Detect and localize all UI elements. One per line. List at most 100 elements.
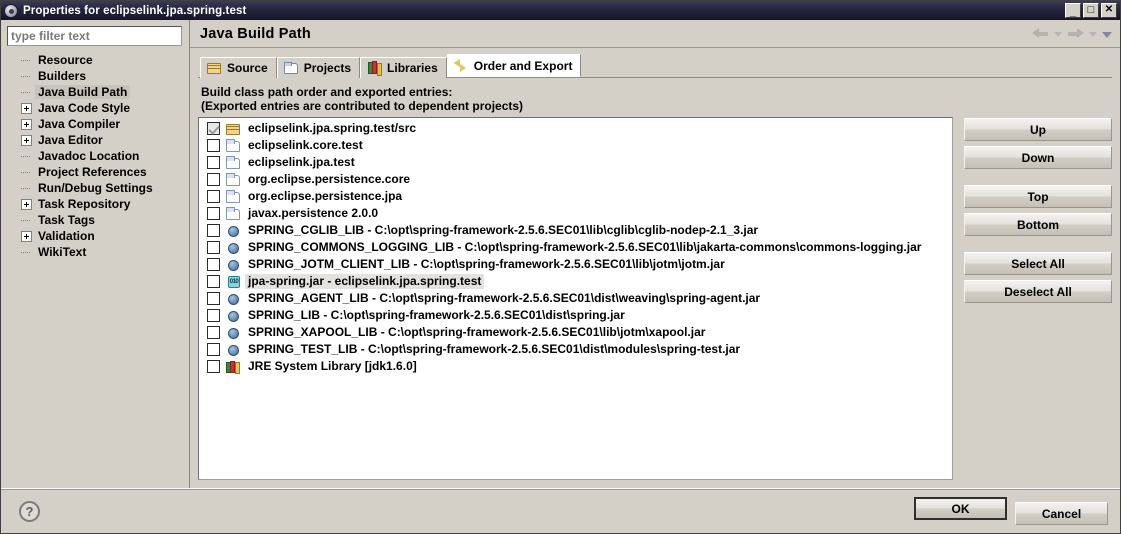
move-top-button[interactable]: Top bbox=[964, 185, 1112, 208]
entry-label: SPRING_AGENT_LIB - C:\opt\spring-framewo… bbox=[248, 291, 761, 305]
description-block: Build class path order and exported entr… bbox=[201, 85, 1112, 113]
move-up-button[interactable]: Up bbox=[964, 118, 1112, 141]
entry-label: SPRING_TEST_LIB - C:\opt\spring-framewor… bbox=[248, 342, 741, 356]
export-checkbox[interactable] bbox=[207, 156, 220, 169]
page-header: Java Build Path bbox=[190, 20, 1120, 48]
table-row[interactable]: SPRING_JOTM_CLIENT_LIB - C:\opt\spring-f… bbox=[199, 256, 952, 273]
expand-plus-icon[interactable] bbox=[21, 198, 32, 210]
library-icon bbox=[226, 241, 242, 255]
export-checkbox[interactable] bbox=[207, 224, 220, 237]
export-checkbox[interactable] bbox=[207, 292, 220, 305]
move-down-button[interactable]: Down bbox=[964, 146, 1112, 169]
tab-libraries[interactable]: Libraries bbox=[360, 57, 447, 78]
sidebar-item-task-repository[interactable]: Task Repository bbox=[9, 196, 189, 212]
project-folder-icon bbox=[226, 173, 242, 187]
export-checkbox[interactable] bbox=[207, 139, 220, 152]
table-row[interactable]: SPRING_XAPOOL_LIB - C:\opt\spring-framew… bbox=[199, 324, 952, 341]
jar-icon: 010 bbox=[226, 275, 242, 289]
export-checkbox[interactable] bbox=[207, 343, 220, 356]
sidebar-item-java-compiler[interactable]: Java Compiler bbox=[9, 116, 189, 132]
entry-label: eclipselink.jpa.test bbox=[248, 155, 355, 169]
export-checkbox[interactable] bbox=[207, 326, 220, 339]
table-row[interactable]: SPRING_COMMONS_LOGGING_LIB - C:\opt\spri… bbox=[199, 239, 952, 256]
export-checkbox[interactable] bbox=[207, 360, 220, 373]
sidebar-item-java-code-style[interactable]: Java Code Style bbox=[9, 100, 189, 116]
ok-button[interactable]: OK bbox=[914, 497, 1007, 520]
view-menu-dropdown-icon[interactable] bbox=[1102, 31, 1112, 38]
table-row[interactable]: org.eclipse.persistence.jpa bbox=[199, 188, 952, 205]
sidebar-item-javadoc-location[interactable]: Javadoc Location bbox=[9, 148, 189, 164]
expand-plus-icon[interactable] bbox=[21, 134, 32, 146]
footer-buttons: OK Cancel bbox=[914, 497, 1108, 525]
sidebar-item-project-references[interactable]: Project References bbox=[9, 164, 189, 180]
table-row[interactable]: eclipselink.jpa.test bbox=[199, 154, 952, 171]
entry-label: SPRING_COMMONS_LOGGING_LIB - C:\opt\spri… bbox=[248, 240, 922, 254]
sidebar-item-task-tags[interactable]: Task Tags bbox=[9, 212, 189, 228]
tab-source[interactable]: Source bbox=[200, 57, 277, 78]
filter-box[interactable] bbox=[7, 26, 182, 46]
table-row[interactable]: SPRING_CGLIB_LIB - C:\opt\spring-framewo… bbox=[199, 222, 952, 239]
tab-bar: Source Projects Libraries Order and Export bbox=[198, 54, 1112, 78]
close-icon: ✕ bbox=[1104, 4, 1114, 15]
cancel-button[interactable]: Cancel bbox=[1015, 502, 1108, 525]
maximize-button[interactable]: □ bbox=[1083, 3, 1099, 18]
settings-tree: Resource Builders Java Build Path Java Code… bbox=[7, 52, 189, 488]
library-icon bbox=[226, 309, 242, 323]
back-arrow-icon[interactable] bbox=[1032, 28, 1049, 39]
table-row[interactable]: org.eclipse.persistence.core bbox=[199, 171, 952, 188]
tab-content-area: Source Projects Libraries Order and Export … bbox=[190, 48, 1120, 488]
description-line-1: Build class path order and exported entr… bbox=[201, 85, 453, 99]
forward-history-dropdown-icon[interactable] bbox=[1089, 32, 1097, 37]
expand-plus-icon[interactable] bbox=[21, 118, 32, 130]
table-row[interactable]: SPRING_LIB - C:\opt\spring-framework-2.5… bbox=[199, 307, 952, 324]
table-row[interactable]: JRE System Library [jdk1.6.0] bbox=[199, 358, 952, 375]
expand-plus-icon[interactable] bbox=[21, 102, 32, 114]
entry-label: org.eclipse.persistence.core bbox=[248, 172, 411, 186]
export-checkbox[interactable] bbox=[207, 207, 220, 220]
close-button[interactable]: ✕ bbox=[1101, 3, 1117, 18]
sidebar-item-label: Javadoc Location bbox=[38, 149, 140, 163]
title-bar: Properties for eclipselink.jpa.spring.te… bbox=[1, 1, 1120, 20]
table-row[interactable]: SPRING_AGENT_LIB - C:\opt\spring-framewo… bbox=[199, 290, 952, 307]
minimize-icon: _ bbox=[1069, 5, 1077, 18]
forward-arrow-icon[interactable] bbox=[1067, 28, 1084, 39]
build-path-entries-list[interactable]: eclipselink.jpa.spring.test/src eclipseli… bbox=[198, 117, 953, 480]
tab-projects[interactable]: Projects bbox=[276, 57, 361, 78]
sidebar-item-builders[interactable]: Builders bbox=[9, 68, 189, 84]
table-row[interactable]: javax.persistence 2.0.0 bbox=[199, 205, 952, 222]
project-folder-icon bbox=[226, 207, 242, 221]
table-row[interactable]: eclipselink.jpa.spring.test/src bbox=[199, 120, 952, 137]
tab-order-and-export[interactable]: Order and Export bbox=[446, 54, 582, 77]
select-all-button[interactable]: Select All bbox=[964, 252, 1112, 275]
table-row[interactable]: SPRING_TEST_LIB - C:\opt\spring-framewor… bbox=[199, 341, 952, 358]
export-checkbox[interactable] bbox=[207, 275, 220, 288]
search-input[interactable] bbox=[11, 29, 178, 43]
table-row[interactable]: eclipselink.core.test bbox=[199, 137, 952, 154]
button-spacer bbox=[964, 236, 1112, 252]
sidebar-item-label: Task Repository bbox=[38, 197, 131, 211]
back-history-dropdown-icon[interactable] bbox=[1054, 32, 1062, 37]
minimize-button[interactable]: _ bbox=[1065, 3, 1081, 18]
export-checkbox[interactable] bbox=[207, 190, 220, 203]
export-checkbox[interactable] bbox=[207, 258, 220, 271]
sidebar-item-wikitext[interactable]: WikiText bbox=[9, 244, 189, 260]
sidebar-item-java-editor[interactable]: Java Editor bbox=[9, 132, 189, 148]
export-checkbox[interactable] bbox=[207, 241, 220, 254]
project-folder-icon bbox=[226, 190, 242, 204]
export-checkbox[interactable] bbox=[207, 309, 220, 322]
entry-label: SPRING_JOTM_CLIENT_LIB - C:\opt\spring-f… bbox=[248, 257, 725, 271]
move-bottom-button[interactable]: Bottom bbox=[964, 213, 1112, 236]
sidebar-item-label: Project References bbox=[38, 165, 147, 179]
expand-plus-icon[interactable] bbox=[21, 230, 32, 242]
sidebar-item-label: Validation bbox=[38, 229, 95, 243]
sidebar-item-validation[interactable]: Validation bbox=[9, 228, 189, 244]
sidebar-item-java-build-path[interactable]: Java Build Path bbox=[9, 84, 189, 100]
table-row[interactable]: 010 jpa-spring.jar - eclipselink.jpa.spri… bbox=[199, 273, 952, 290]
sidebar-item-resource[interactable]: Resource bbox=[9, 52, 189, 68]
sidebar-item-run-debug-settings[interactable]: Run/Debug Settings bbox=[9, 180, 189, 196]
help-icon[interactable]: ? bbox=[19, 500, 40, 522]
deselect-all-button[interactable]: Deselect All bbox=[964, 280, 1112, 303]
export-checkbox[interactable] bbox=[207, 122, 220, 135]
library-icon bbox=[226, 326, 242, 340]
export-checkbox[interactable] bbox=[207, 173, 220, 186]
